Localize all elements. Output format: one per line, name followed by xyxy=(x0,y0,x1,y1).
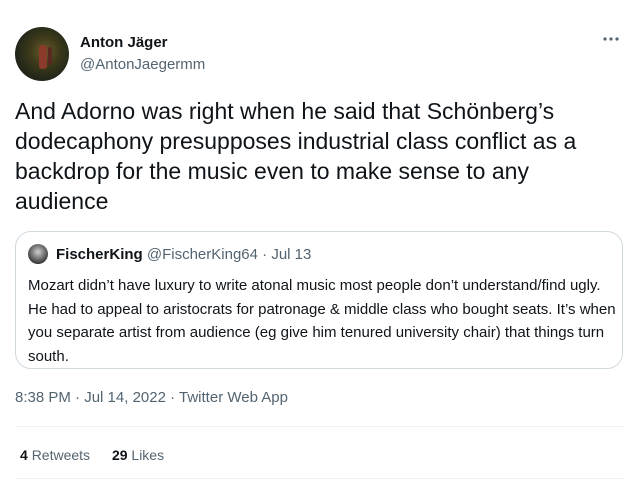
likes-label: Likes xyxy=(131,447,165,463)
author-display-name[interactable]: Anton Jäger xyxy=(80,34,168,51)
likes-count: 29 xyxy=(111,447,128,463)
tweet-time-link[interactable]: 8:38 PM xyxy=(15,389,71,406)
quoted-tweet-header: FischerKing @FischerKing64 · Jul 13 xyxy=(56,246,311,263)
tweet-stats: 4 Retweets 29 Likes xyxy=(20,447,182,463)
quoted-date: Jul 13 xyxy=(271,246,312,263)
quoted-tweet-text: Mozart didn’t have luxury to write atona… xyxy=(28,277,616,365)
timestamp-separator: · xyxy=(165,389,180,406)
retweets-link[interactable]: 4 Retweets xyxy=(20,447,94,463)
quoted-author-name: FischerKing xyxy=(56,246,143,263)
tweet-timestamp: 8:38 PM · Jul 14, 2022 · Twitter Web App xyxy=(15,389,288,406)
author-avatar[interactable] xyxy=(15,27,69,81)
timestamp-separator: · xyxy=(70,389,85,406)
retweets-label: Retweets xyxy=(31,447,91,463)
tweet-text: And Adorno was right when he said that S… xyxy=(15,98,577,214)
divider xyxy=(15,478,625,479)
quoted-author-handle: @FischerKing64 xyxy=(146,246,258,263)
tweet-date-link[interactable]: Jul 14, 2022 xyxy=(84,389,166,406)
likes-link[interactable]: 29 Likes xyxy=(112,447,164,463)
author-handle[interactable]: @AntonJaegermm xyxy=(80,56,205,73)
quoted-separator: · xyxy=(257,246,272,263)
tweet-source-link[interactable]: Twitter Web App xyxy=(179,389,288,406)
more-horizontal-icon xyxy=(603,37,619,41)
retweets-count: 4 xyxy=(20,447,28,463)
quoted-author-avatar xyxy=(28,244,48,264)
tweet-header: Anton Jäger @AntonJaegermm xyxy=(15,27,627,83)
quoted-tweet-card[interactable]: FischerKing @FischerKing64 · Jul 13 Moza… xyxy=(15,231,623,369)
divider xyxy=(15,426,625,427)
more-options-button[interactable] xyxy=(599,31,623,47)
